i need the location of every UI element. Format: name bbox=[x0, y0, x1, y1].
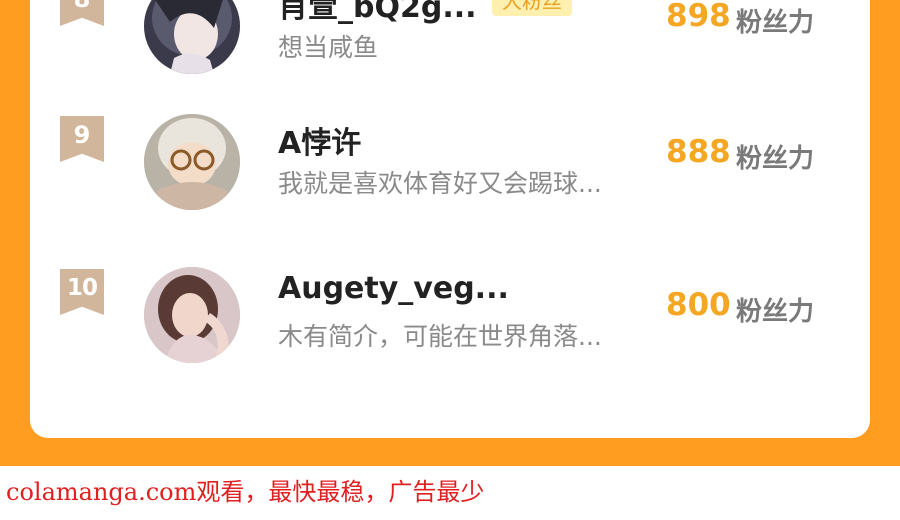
ranking-row[interactable]: 8 肖萱_bQ2g... 大粉丝 想当咸鱼 898 粉丝力 bbox=[30, 0, 870, 88]
fan-score: 800 bbox=[666, 287, 731, 323]
avatar[interactable] bbox=[144, 0, 240, 74]
rank-badge: 9 bbox=[60, 116, 104, 162]
orange-frame: 8 肖萱_bQ2g... 大粉丝 想当咸鱼 898 粉丝力 9 bbox=[0, 0, 900, 466]
fan-score-label: 粉丝力 bbox=[736, 144, 815, 174]
rank-number: 10 bbox=[66, 275, 98, 301]
avatar-glasses-doll-icon bbox=[144, 114, 240, 210]
fan-score-label: 粉丝力 bbox=[736, 297, 815, 327]
avatar-girl-portrait-icon bbox=[144, 267, 240, 363]
rank-badge: 10 bbox=[60, 269, 104, 315]
rank-number: 8 bbox=[60, 0, 104, 18]
ranking-row[interactable]: 9 A悖许 我就是喜欢体育好又会踢球... 888 粉丝力 bbox=[30, 114, 870, 224]
user-bio: 想当咸鱼 bbox=[278, 33, 379, 62]
user-bio: 木有简介，可能在世界角落... bbox=[278, 322, 602, 351]
fan-level-tag: 大粉丝 bbox=[492, 0, 572, 16]
user-name[interactable]: 肖萱_bQ2g... bbox=[278, 0, 477, 26]
avatar[interactable] bbox=[144, 267, 240, 363]
fan-score: 888 bbox=[666, 134, 731, 170]
user-name[interactable]: A悖许 bbox=[278, 118, 361, 162]
avatar-anime-girl-icon bbox=[144, 0, 240, 74]
watermark-text: colamanga.com观看，最快最稳，广告最少 bbox=[6, 478, 485, 506]
user-bio: 我就是喜欢体育好又会踢球... bbox=[278, 169, 602, 198]
rank-number: 9 bbox=[73, 121, 91, 149]
avatar[interactable] bbox=[144, 114, 240, 210]
user-name[interactable]: Augety_veg... bbox=[278, 271, 509, 306]
ranking-row[interactable]: 10 Augety_veg... 木有简介，可能在世界角落... 800 粉丝力 bbox=[30, 267, 870, 377]
fan-score: 898 bbox=[666, 0, 731, 34]
rank-badge: 8 bbox=[60, 0, 104, 26]
ranking-card: 8 肖萱_bQ2g... 大粉丝 想当咸鱼 898 粉丝力 9 bbox=[30, 0, 870, 438]
fan-score-label: 粉丝力 bbox=[736, 8, 815, 38]
